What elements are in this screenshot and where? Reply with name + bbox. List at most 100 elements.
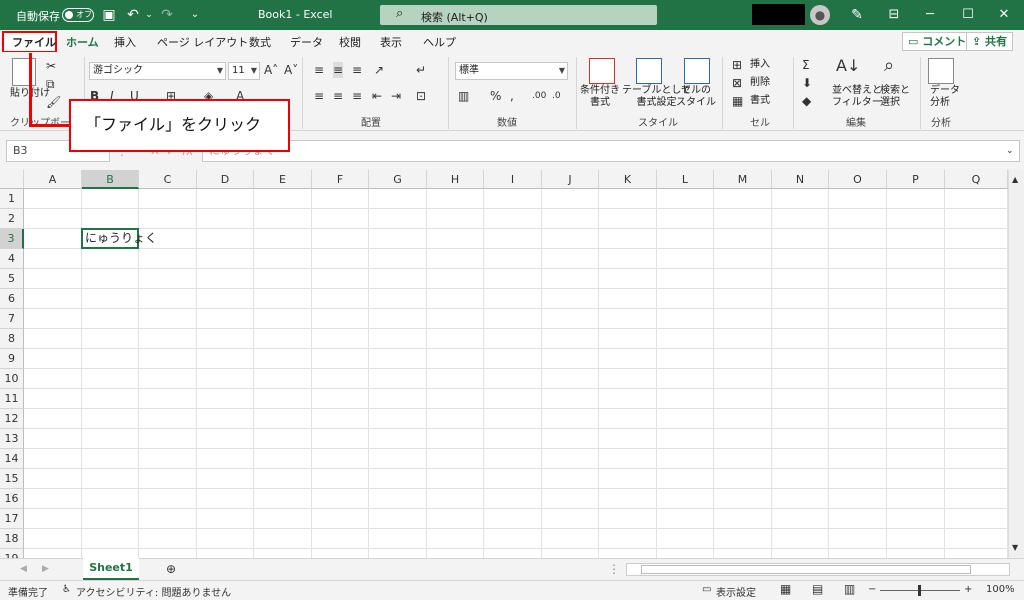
row-header[interactable]: 18 bbox=[0, 529, 24, 549]
spreadsheet-grid[interactable]: ABCDEFGHIJKLMNOPQ 1 2 3 4 5 6 7 8 9 10 11 12 13 14 15 1… bbox=[0, 170, 1024, 558]
font-name-select[interactable]: 游ゴシック ▼ bbox=[89, 62, 226, 80]
column-header[interactable]: A bbox=[24, 170, 82, 189]
insert-cells-label[interactable]: 挿入 bbox=[750, 59, 770, 71]
tab-data[interactable]: データ bbox=[290, 34, 323, 50]
format-as-table-icon[interactable] bbox=[636, 58, 662, 84]
autosave-toggle[interactable]: オフ bbox=[62, 8, 94, 22]
tab-home[interactable]: ホーム bbox=[66, 34, 99, 54]
horizontal-scroll-thumb[interactable] bbox=[641, 565, 971, 574]
delete-cells-icon[interactable]: ⊠ bbox=[732, 75, 742, 91]
zoom-in-icon[interactable]: + bbox=[964, 584, 972, 595]
format-painter-icon[interactable]: 🖌 bbox=[46, 94, 61, 110]
row-header[interactable]: 13 bbox=[0, 429, 24, 449]
formula-input[interactable]: にゅうりょく bbox=[202, 140, 1020, 162]
decrease-font-icon[interactable]: A˅ bbox=[284, 62, 298, 78]
align-middle-icon[interactable]: ≡ bbox=[333, 62, 344, 78]
align-right-icon[interactable]: ≡ bbox=[352, 88, 362, 104]
increase-font-icon[interactable]: A˄ bbox=[264, 62, 278, 78]
zoom-slider-thumb[interactable] bbox=[918, 585, 921, 596]
row-header[interactable]: 10 bbox=[0, 369, 24, 389]
column-header[interactable]: B bbox=[82, 170, 139, 189]
column-header[interactable]: Q bbox=[945, 170, 1008, 189]
percent-icon[interactable]: % bbox=[490, 88, 501, 104]
row-header[interactable]: 1 bbox=[0, 189, 24, 209]
number-format-select[interactable]: 標準 ▼ bbox=[455, 62, 568, 80]
row-header[interactable]: 7 bbox=[0, 309, 24, 329]
column-header[interactable]: I bbox=[484, 170, 542, 189]
row-header[interactable]: 5 bbox=[0, 269, 24, 289]
prev-sheet-icon[interactable]: ◀ bbox=[20, 561, 27, 577]
column-header[interactable]: O bbox=[829, 170, 887, 189]
analyze-data-label[interactable]: データ 分析 bbox=[930, 85, 960, 109]
redo-icon[interactable]: ↷ bbox=[158, 6, 176, 24]
sort-filter-label[interactable]: 並べ替えと フィルター bbox=[832, 85, 882, 109]
column-header[interactable]: D bbox=[197, 170, 254, 189]
tab-formulas[interactable]: 数式 bbox=[249, 34, 271, 50]
sort-filter-icon[interactable]: A↓ bbox=[836, 58, 860, 74]
find-select-icon[interactable]: ⌕ bbox=[884, 57, 894, 75]
cell-styles-label[interactable]: セルの スタイル bbox=[676, 85, 716, 109]
close-button[interactable]: ✕ bbox=[986, 0, 1022, 30]
wrap-text-icon[interactable]: ↵ bbox=[416, 62, 426, 78]
row-header[interactable]: 3 bbox=[0, 229, 24, 249]
copy-icon[interactable]: ⧉ bbox=[46, 76, 55, 92]
maximize-button[interactable]: ☐ bbox=[950, 0, 986, 30]
merge-center-icon[interactable]: ⊡ bbox=[416, 88, 426, 104]
align-bottom-icon[interactable]: ≡ bbox=[352, 62, 362, 78]
align-top-icon[interactable]: ≡ bbox=[314, 62, 324, 78]
comma-style-icon[interactable]: , bbox=[510, 88, 514, 104]
increase-indent-icon[interactable]: ⇥ bbox=[391, 88, 401, 104]
analyze-data-icon[interactable] bbox=[928, 58, 954, 84]
expand-formula-bar-icon[interactable]: ⌄ bbox=[1006, 143, 1014, 159]
column-header[interactable]: G bbox=[369, 170, 427, 189]
row-header[interactable]: 11 bbox=[0, 389, 24, 409]
sheet-tab[interactable]: Sheet1 bbox=[83, 558, 139, 580]
column-header[interactable]: N bbox=[772, 170, 829, 189]
row-header[interactable]: 19 bbox=[0, 549, 24, 558]
column-header[interactable]: F bbox=[312, 170, 369, 189]
decrease-indent-icon[interactable]: ⇤ bbox=[372, 88, 382, 104]
conditional-formatting-label[interactable]: 条件付き 書式 bbox=[580, 85, 620, 109]
paste-icon[interactable] bbox=[12, 58, 36, 86]
avatar[interactable]: ● bbox=[810, 5, 830, 25]
search-box[interactable]: ⌕ 検索 (Alt+Q) bbox=[380, 5, 657, 25]
row-header[interactable]: 16 bbox=[0, 489, 24, 509]
conditional-formatting-icon[interactable] bbox=[589, 58, 615, 84]
pen-icon[interactable]: ✎ bbox=[848, 6, 866, 24]
next-sheet-icon[interactable]: ▶ bbox=[42, 561, 49, 577]
row-header[interactable]: 8 bbox=[0, 329, 24, 349]
row-header[interactable]: 6 bbox=[0, 289, 24, 309]
fill-icon[interactable]: ⬇ bbox=[802, 75, 812, 91]
minimize-button[interactable]: ─ bbox=[912, 0, 948, 30]
column-header[interactable]: M bbox=[714, 170, 772, 189]
clear-icon[interactable]: ◆ bbox=[802, 93, 811, 109]
row-header[interactable]: 17 bbox=[0, 509, 24, 529]
page-break-view-icon[interactable]: ▥ bbox=[844, 582, 855, 596]
decrease-decimal-icon[interactable]: .0 bbox=[552, 88, 561, 104]
accessibility-status[interactable]: アクセシビリティ: 問題ありません bbox=[76, 584, 231, 599]
row-header[interactable]: 15 bbox=[0, 469, 24, 489]
tab-help[interactable]: ヘルプ bbox=[423, 34, 456, 50]
normal-view-icon[interactable]: ▦ bbox=[780, 582, 791, 596]
insert-cells-icon[interactable]: ⊞ bbox=[732, 57, 742, 73]
tab-page-layout[interactable]: ページ レイアウト bbox=[157, 34, 248, 50]
split-handle-icon[interactable]: ⋮ bbox=[608, 561, 620, 577]
select-all-corner[interactable] bbox=[0, 170, 24, 189]
vertical-scrollbar[interactable]: ▲ ▼ bbox=[1008, 170, 1024, 558]
column-header[interactable]: C bbox=[139, 170, 197, 189]
column-header[interactable]: L bbox=[657, 170, 714, 189]
tab-view[interactable]: 表示 bbox=[380, 34, 402, 50]
accounting-format-icon[interactable]: ▥ bbox=[458, 88, 469, 104]
row-header[interactable]: 9 bbox=[0, 349, 24, 369]
align-left-icon[interactable]: ≡ bbox=[314, 88, 324, 104]
add-sheet-icon[interactable]: ⊕ bbox=[166, 561, 176, 577]
increase-decimal-icon[interactable]: .00 bbox=[532, 88, 546, 104]
orientation-icon[interactable]: ↗ bbox=[374, 62, 384, 78]
align-center-icon[interactable]: ≡ bbox=[333, 88, 343, 104]
row-header[interactable]: 4 bbox=[0, 249, 24, 269]
scroll-up-icon[interactable]: ▲ bbox=[1012, 172, 1018, 188]
customize-qat-icon[interactable]: ⌄ bbox=[186, 6, 204, 24]
column-header[interactable]: J bbox=[542, 170, 599, 189]
tab-review[interactable]: 校閲 bbox=[339, 34, 361, 50]
display-settings-button[interactable]: 表示設定 bbox=[716, 584, 756, 599]
